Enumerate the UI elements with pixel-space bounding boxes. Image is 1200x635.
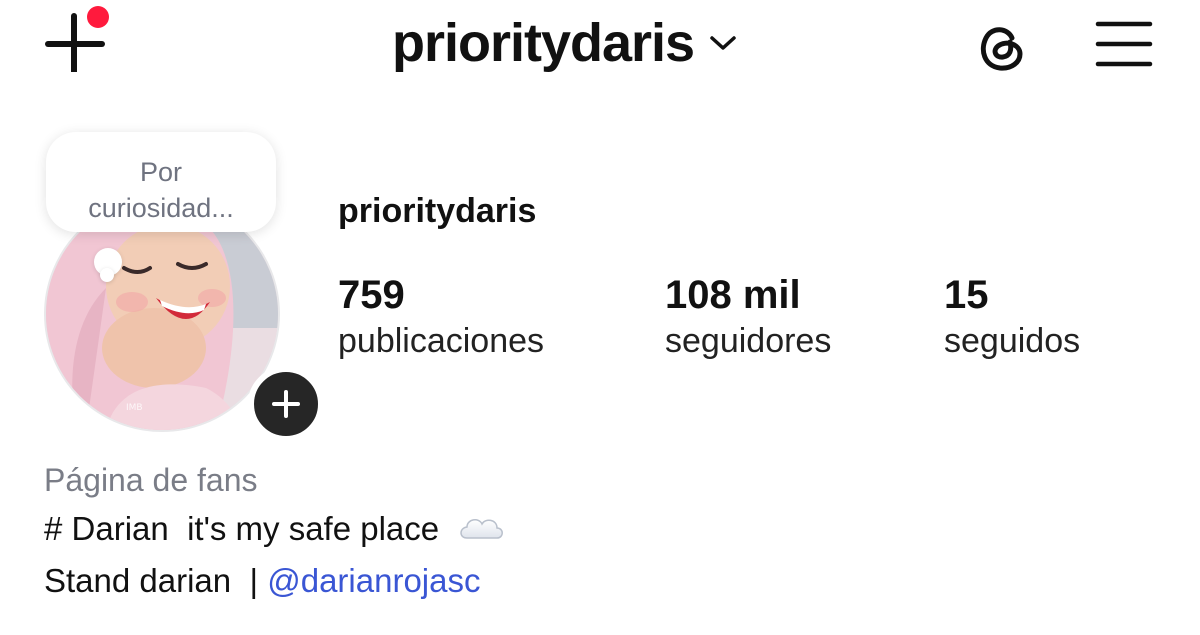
note-text-line2: curiosidad...: [88, 193, 234, 223]
threads-icon: [980, 27, 1023, 71]
bio-hash: #: [44, 510, 63, 547]
mention-link[interactable]: @darianrojasc: [267, 562, 480, 599]
bio-line-1-text: Darian it's my safe place: [71, 510, 440, 547]
following-count: 15: [944, 273, 989, 317]
create-button[interactable]: [44, 6, 114, 72]
following-label: seguidos: [944, 322, 1081, 360]
threads-button[interactable]: [972, 16, 1032, 76]
note-bubble[interactable]: Por curiosidad...: [46, 132, 276, 232]
profile-name: prioritydaris: [338, 192, 537, 230]
posts-count: 759: [338, 273, 405, 317]
cloud-icon: [457, 512, 505, 550]
header-username: prioritydaris: [392, 13, 695, 73]
profile-category: Página de fans: [44, 462, 258, 498]
menu-button[interactable]: [1094, 18, 1154, 70]
avatar-photo: IMB: [46, 198, 278, 430]
account-switcher[interactable]: prioritydaris: [392, 8, 738, 78]
posts-stat[interactable]: 759 publicaciones: [338, 272, 544, 364]
top-bar: prioritydaris: [0, 0, 1200, 90]
note-bubble-tail-small: [100, 268, 114, 282]
bio-line-2: Stand darian | @darianrojasc: [44, 562, 480, 600]
followers-stat[interactable]: 108 mil seguidores: [665, 272, 831, 364]
plus-icon: [272, 390, 300, 418]
posts-label: publicaciones: [338, 322, 545, 360]
add-story-button[interactable]: [248, 366, 324, 442]
bio-line-1: # Darian it's my safe place: [44, 510, 505, 550]
followers-count: 108 mil: [665, 273, 801, 317]
following-stat[interactable]: 15 seguidos: [944, 272, 1080, 364]
note-text-line1: Por: [139, 157, 183, 187]
chevron-down-icon: [710, 36, 736, 50]
svg-text:IMB: IMB: [126, 403, 143, 413]
followers-label: seguidores: [665, 322, 832, 360]
hamburger-menu-icon: [1095, 21, 1153, 67]
notification-dot: [87, 6, 109, 28]
bio-line-2-text: Stand darian |: [44, 562, 268, 599]
